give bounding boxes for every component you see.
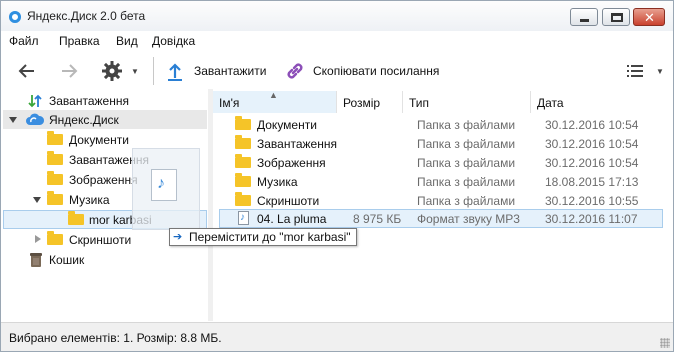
yandex-disk-icon xyxy=(9,11,21,23)
folder-icon xyxy=(235,116,251,130)
gear-icon[interactable] xyxy=(100,59,124,83)
folder-icon xyxy=(47,151,63,165)
row-type: Папка з файлами xyxy=(417,175,516,189)
list-view-icon[interactable] xyxy=(623,59,647,83)
row-name: Документи xyxy=(257,118,317,132)
folder-icon xyxy=(47,231,63,245)
tree-item-label: Завантаження xyxy=(49,94,129,108)
tree-item-documents[interactable]: Документи xyxy=(3,130,207,149)
row-date: 30.12.2016 10:54 xyxy=(545,156,639,170)
sort-ascending-icon: ▲ xyxy=(269,90,278,100)
menu-help[interactable]: Довідка xyxy=(152,34,195,48)
folder-icon xyxy=(47,131,63,145)
collapse-arrow-icon[interactable] xyxy=(35,235,41,243)
drag-tooltip-text: Перемістити до "mor karbasi" xyxy=(189,230,351,244)
column-header-size[interactable]: Розмір xyxy=(337,91,403,113)
column-header-name[interactable]: ▲ Ім'я xyxy=(213,90,337,113)
close-icon: ✕ xyxy=(644,10,655,25)
tree-item-label: Скриншоти xyxy=(69,233,132,247)
cloud-icon xyxy=(26,113,45,125)
link-icon[interactable] xyxy=(283,59,307,83)
view-dropdown-icon[interactable]: ▼ xyxy=(656,67,664,76)
row-name: Зображення xyxy=(257,156,326,170)
row-size: 8 975 КБ xyxy=(353,212,402,226)
row-name: Музика xyxy=(257,175,298,189)
upload-button[interactable]: Завантажити xyxy=(194,64,266,78)
tree-item-label: Документи xyxy=(69,133,129,147)
app-window: Яндекс.Диск 2.0 бета ✕ Файл Правка Вид Д… xyxy=(0,0,674,352)
drag-tooltip: ➔ Перемістити до "mor karbasi" xyxy=(169,228,357,246)
column-header-date[interactable]: Дата xyxy=(531,91,655,113)
status-text: Вибрано елементів: 1. Розмір: 8.8 МБ. xyxy=(9,331,222,345)
toolbar: ▼ Завантажити Скопіювати посилання ▼ xyxy=(1,53,673,89)
table-row-selected[interactable]: ♪ 04. La pluma 8 975 КБ Формат звуку MP3… xyxy=(219,209,663,228)
close-button[interactable]: ✕ xyxy=(633,8,665,26)
row-type: Папка з файлами xyxy=(417,137,516,151)
expand-arrow-icon[interactable] xyxy=(9,117,17,123)
title-bar[interactable]: Яндекс.Диск 2.0 бета ✕ xyxy=(1,1,673,31)
drag-ghost: ♪ xyxy=(132,148,200,230)
copy-link-button[interactable]: Скопіювати посилання xyxy=(313,64,439,78)
arrow-right-icon[interactable] xyxy=(57,59,81,83)
menu-file[interactable]: Файл xyxy=(9,34,39,48)
maximize-button[interactable] xyxy=(602,8,630,26)
folder-icon xyxy=(235,154,251,168)
menu-view[interactable]: Вид xyxy=(116,34,138,48)
folder-icon xyxy=(47,171,63,185)
trash-icon xyxy=(30,253,42,267)
menu-edit[interactable]: Правка xyxy=(59,34,100,48)
folder-icon xyxy=(235,135,251,149)
column-header-label: Розмір xyxy=(343,96,381,110)
status-bar: Вибрано елементів: 1. Розмір: 8.8 МБ. xyxy=(1,322,673,351)
maximize-icon xyxy=(611,13,623,22)
tree-item-trash[interactable]: Кошик xyxy=(3,250,207,269)
row-date: 30.12.2016 10:54 xyxy=(545,118,639,132)
file-list: ▲ Ім'я Розмір Тип Дата Документи Папка з… xyxy=(213,89,673,321)
row-name: 04. La pluma xyxy=(257,212,327,226)
toolbar-separator xyxy=(153,57,154,85)
resize-grip-icon[interactable] xyxy=(660,338,670,348)
column-header-label: Тип xyxy=(409,96,430,110)
tree-item-label: Музика xyxy=(69,193,110,207)
column-header-label: Дата xyxy=(537,96,564,110)
music-file-icon: ♪ xyxy=(238,211,249,225)
row-date: 30.12.2016 11:07 xyxy=(545,212,638,226)
tree-item-label: Кошик xyxy=(49,253,85,267)
folder-icon xyxy=(47,191,63,205)
folder-icon xyxy=(235,173,251,187)
column-header-label: Ім'я xyxy=(219,96,240,110)
row-type: Папка з файлами xyxy=(417,118,516,132)
row-date: 30.12.2016 10:55 xyxy=(545,194,639,208)
minimize-icon xyxy=(580,19,589,22)
table-row[interactable]: Завантаження Папка з файлами 30.12.2016 … xyxy=(219,134,663,153)
arrow-left-icon[interactable] xyxy=(15,59,39,83)
row-type: Папка з файлами xyxy=(417,156,516,170)
settings-dropdown-icon[interactable]: ▼ xyxy=(131,67,139,76)
music-file-icon: ♪ xyxy=(151,169,177,201)
folder-icon xyxy=(235,192,251,206)
folder-icon xyxy=(68,211,84,225)
tree-item-downloads[interactable]: Завантаження xyxy=(3,91,207,110)
row-date: 18.08.2015 17:13 xyxy=(545,175,639,189)
tree-item-label: Зображення xyxy=(69,173,138,187)
tree-item-label: Яндекс.Диск xyxy=(49,113,119,127)
table-row[interactable]: Документи Папка з файлами 30.12.2016 10:… xyxy=(219,115,663,134)
row-type: Формат звуку MP3 xyxy=(417,212,520,226)
row-name: Скриншоти xyxy=(257,194,320,208)
table-row[interactable]: Зображення Папка з файлами 30.12.2016 10… xyxy=(219,153,663,172)
download-upload-icon xyxy=(28,94,42,108)
upload-icon[interactable] xyxy=(163,59,187,83)
row-date: 30.12.2016 10:54 xyxy=(545,137,639,151)
table-row[interactable]: Музика Папка з файлами 18.08.2015 17:13 xyxy=(219,172,663,191)
menu-bar: Файл Правка Вид Довідка xyxy=(1,31,673,51)
row-name: Завантаження xyxy=(257,137,337,151)
move-arrow-icon: ➔ xyxy=(173,231,183,243)
expand-arrow-icon[interactable] xyxy=(33,197,41,203)
minimize-button[interactable] xyxy=(570,8,598,26)
window-title: Яндекс.Диск 2.0 бета xyxy=(27,9,146,23)
row-type: Папка з файлами xyxy=(417,194,516,208)
table-row[interactable]: Скриншоти Папка з файлами 30.12.2016 10:… xyxy=(219,191,663,210)
column-header-type[interactable]: Тип xyxy=(403,91,531,113)
tree-item-yandex-disk[interactable]: Яндекс.Диск xyxy=(3,110,207,129)
